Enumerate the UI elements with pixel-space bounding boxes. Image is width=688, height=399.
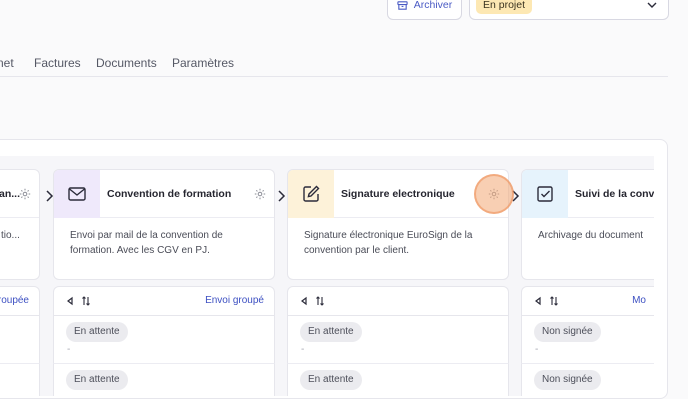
status-pill: Non signée [534, 370, 601, 390]
archive-label: Archiver [413, 0, 453, 11]
step-icon-box [288, 170, 334, 218]
triangle-left-icon[interactable] [65, 296, 75, 306]
step-card[interactable]: an... tio... [0, 169, 40, 280]
empty-value: - [301, 344, 305, 355]
tab-factures[interactable]: Factures [34, 56, 81, 70]
tab-documents[interactable]: Documents [96, 56, 157, 70]
bulk-send-link[interactable]: roupée [0, 295, 29, 306]
step-description: Archivage du document [538, 230, 644, 241]
step-actions-row [287, 286, 509, 316]
edit-icon [303, 185, 320, 202]
gear-icon[interactable] [254, 188, 266, 200]
step-title: Suivi de la conv [575, 188, 654, 200]
tab-parametres[interactable]: Paramètres [172, 56, 234, 70]
table-row[interactable]: En attente [287, 364, 509, 396]
table-row[interactable]: Non signée - [521, 316, 654, 364]
bulk-action-link[interactable]: Mo [632, 295, 646, 306]
status-pill: Non signée [534, 322, 601, 342]
sort-icon[interactable] [315, 296, 325, 306]
archive-button[interactable]: Archiver [387, 0, 462, 20]
step-card-header: an... [0, 170, 39, 218]
triangle-left-icon[interactable] [299, 296, 309, 306]
empty-value: - [535, 344, 539, 355]
bulk-send-link[interactable]: Envoi groupé [205, 295, 264, 306]
checkbox-icon [537, 186, 553, 202]
sort-icon[interactable] [549, 296, 559, 306]
mail-icon [68, 187, 86, 201]
workflow-strip: an... tio... roupée Convention de format… [0, 156, 654, 396]
table-row[interactable]: Non signée [521, 364, 654, 396]
workflow-step-0: an... tio... roupée [0, 156, 40, 396]
step-actions-row: Mo [521, 286, 654, 316]
status-pill: En attente [66, 322, 128, 342]
table-row[interactable] [0, 316, 40, 364]
chevron-down-icon [647, 2, 657, 8]
tab-planet[interactable]: net [0, 56, 14, 70]
triangle-left-icon[interactable] [533, 296, 543, 306]
click-highlight [474, 174, 514, 214]
step-description: Envoi par mail de la convention de forma… [70, 230, 223, 256]
status-pill: En attente [300, 370, 362, 390]
table-row[interactable] [0, 364, 40, 396]
tab-bar: net Factures Documents Paramètres [0, 56, 668, 76]
step-icon-box [522, 170, 568, 218]
chevron-right-icon [278, 190, 286, 202]
status-pill: En attente [66, 370, 128, 390]
step-card[interactable]: Convention de formation Envoi par mail d… [53, 169, 275, 280]
workflow-step-convention: Convention de formation Envoi par mail d… [53, 156, 275, 396]
step-icon-box [54, 170, 100, 218]
gear-icon[interactable] [19, 188, 31, 200]
step-card[interactable]: Suivi de la conv Archivage du document [521, 169, 654, 280]
step-title: Convention de formation [107, 188, 232, 200]
step-title: Signature electronique [341, 188, 455, 200]
table-row[interactable]: En attente - [287, 316, 509, 364]
archive-icon [397, 0, 408, 10]
status-badge: En projet [476, 0, 533, 14]
step-actions-row: Envoi groupé [53, 286, 275, 316]
status-pill: En attente [300, 322, 362, 342]
table-row[interactable]: En attente [53, 364, 275, 396]
project-status-select[interactable]: En projet [469, 0, 669, 20]
step-card-header: Convention de formation [54, 170, 274, 218]
step-title: an... [0, 188, 21, 200]
step-description: tio... [1, 230, 20, 241]
step-description: Signature électronique EuroSign de la co… [304, 230, 473, 256]
step-card-header: Suivi de la conv [522, 170, 654, 218]
tabs-divider [0, 76, 668, 77]
step-actions-row: roupée [0, 286, 40, 316]
table-row[interactable]: En attente - [53, 316, 275, 364]
empty-value: - [67, 344, 71, 355]
workflow-step-suivi: Suivi de la conv Archivage du document M… [521, 156, 654, 396]
sort-icon[interactable] [81, 296, 91, 306]
